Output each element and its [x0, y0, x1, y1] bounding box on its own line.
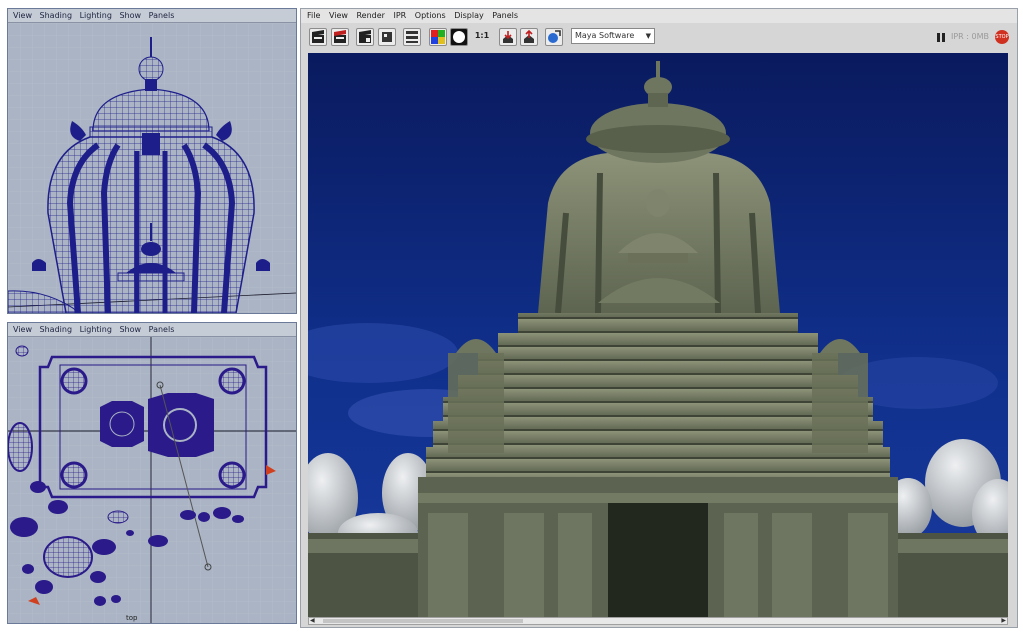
alpha-channel-icon[interactable] — [450, 28, 468, 46]
stop-icon[interactable]: STOP — [995, 30, 1009, 44]
top-viewport-scene[interactable]: top — [8, 337, 296, 623]
rgb-channels-icon[interactable] — [429, 28, 447, 46]
render-view-toolbar: 1:1 Maya Software ▼ IPR : 0MB STOP — [301, 25, 1017, 51]
menu-shading[interactable]: Shading — [40, 325, 73, 334]
render-globals-icon[interactable] — [545, 28, 563, 46]
rendered-image[interactable] — [308, 53, 1008, 618]
ratio-label: 1:1 — [474, 31, 490, 40]
menu-ipr[interactable]: IPR — [394, 11, 407, 20]
menu-view[interactable]: View — [329, 11, 348, 20]
temple-render — [308, 53, 1008, 618]
render-view-window[interactable]: File View Render IPR Options Display Pan… — [300, 8, 1018, 628]
menu-display[interactable]: Display — [454, 11, 484, 20]
menu-lighting[interactable]: Lighting — [80, 11, 112, 20]
viewport-menu-bar: View Shading Lighting Show Panels — [8, 323, 296, 337]
front-viewport-panel[interactable]: View Shading Lighting Show Panels — [7, 8, 297, 314]
ipr-clapper-icon[interactable] — [356, 28, 374, 46]
viewport-menu-bar: View Shading Lighting Show Panels — [8, 9, 296, 23]
chevron-down-icon: ▼ — [645, 32, 651, 40]
wireframe-temple-top: top — [8, 337, 296, 623]
scroll-right-arrow-icon[interactable]: ▶ — [1001, 617, 1006, 624]
renderer-select-value: Maya Software — [575, 31, 635, 40]
render-view-menu-bar: File View Render IPR Options Display Pan… — [301, 9, 1017, 23]
front-viewport-scene[interactable] — [8, 23, 296, 313]
menu-panels[interactable]: Panels — [149, 11, 175, 20]
wireframe-temple-front — [8, 23, 296, 313]
menu-show[interactable]: Show — [119, 325, 141, 334]
menu-file[interactable]: File — [307, 11, 320, 20]
snapshot-icon[interactable] — [378, 28, 396, 46]
renderer-select[interactable]: Maya Software ▼ — [571, 28, 655, 44]
render-settings-icon[interactable] — [403, 28, 421, 46]
menu-panels[interactable]: Panels — [149, 325, 175, 334]
menu-view[interactable]: View — [13, 11, 32, 20]
menu-render[interactable]: Render — [356, 11, 384, 20]
menu-panels[interactable]: Panels — [492, 11, 518, 20]
horizontal-scrollbar[interactable]: ◀ ▶ — [308, 617, 1008, 625]
scroll-left-arrow-icon[interactable]: ◀ — [310, 617, 315, 624]
menu-view[interactable]: View — [13, 325, 32, 334]
rerender-clapper-icon[interactable] — [331, 28, 349, 46]
menu-options[interactable]: Options — [415, 11, 446, 20]
top-viewport-panel[interactable]: View Shading Lighting Show Panels top — [7, 322, 297, 624]
menu-lighting[interactable]: Lighting — [80, 325, 112, 334]
menu-show[interactable]: Show — [119, 11, 141, 20]
ratio-button[interactable]: 1:1 — [471, 28, 493, 46]
ipr-memory-label: IPR : 0MB — [951, 32, 990, 41]
scrollbar-thumb[interactable] — [323, 619, 523, 623]
view-axis-label: top — [126, 614, 138, 622]
menu-shading[interactable]: Shading — [40, 11, 73, 20]
keep-image-icon[interactable] — [499, 28, 517, 46]
render-clapper-icon[interactable] — [309, 28, 327, 46]
pause-icon[interactable] — [937, 33, 945, 42]
remove-image-icon[interactable] — [520, 28, 538, 46]
